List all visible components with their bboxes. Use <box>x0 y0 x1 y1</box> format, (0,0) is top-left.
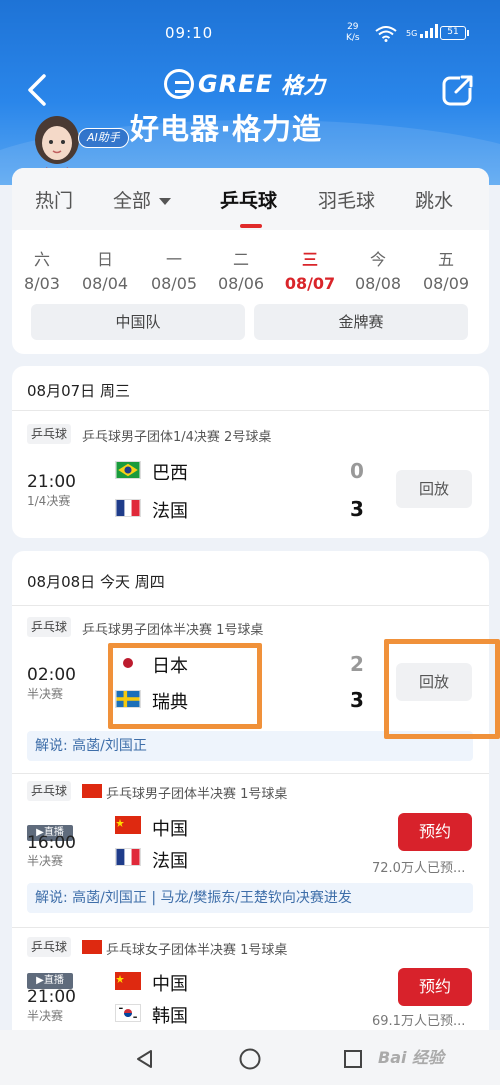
date-item[interactable]: 五 08/09 <box>416 246 476 293</box>
wifi-icon <box>375 26 397 42</box>
date-item[interactable]: 二 08/06 <box>211 246 271 293</box>
reserve-button[interactable]: 预约 <box>398 968 472 1006</box>
date-item[interactable]: 今 08/08 <box>348 246 408 293</box>
filter-china-team[interactable]: 中国队 <box>31 304 245 340</box>
brand-name-cn: 格力 <box>280 73 325 99</box>
team-name: 韩国 <box>152 1006 188 1027</box>
divider <box>12 605 489 606</box>
event-title: 乒乓球男子团体半决赛 1号球桌 <box>82 623 264 638</box>
sweden-flag-icon <box>115 690 141 708</box>
tab-hot[interactable]: 热门 <box>35 186 73 213</box>
active-tab-indicator <box>240 224 262 228</box>
date-item[interactable]: 六 8/03 <box>12 246 72 293</box>
team-name: 瑞典 <box>152 692 188 713</box>
brand-name: GREE <box>198 70 273 98</box>
china-flag-icon <box>82 940 102 954</box>
date-item[interactable]: 日 08/04 <box>75 246 135 293</box>
divider <box>12 410 489 411</box>
sport-tag: 乒乓球 <box>27 937 72 957</box>
france-flag-icon <box>115 499 141 517</box>
team-name: 中国 <box>152 974 188 995</box>
share-icon[interactable] <box>440 72 476 108</box>
match-stage: 半决赛 <box>27 1009 64 1023</box>
japan-flag-icon <box>115 654 141 672</box>
france-flag-icon <box>115 848 141 866</box>
match-day-section: 08月07日 周三 乒乓球 乒乓球男子团体1/4决赛 2号球桌 21:00 1/… <box>12 366 489 538</box>
tab-badminton[interactable]: 羽毛球 <box>318 186 375 213</box>
match-stage: 1/4决赛 <box>27 494 71 508</box>
status-bar: 09:10 29 K/s 5G 51 <box>0 0 500 64</box>
team-name: 日本 <box>152 656 188 677</box>
ai-assistant-badge[interactable]: AI助手 <box>78 128 129 148</box>
team-score: 0 <box>350 459 364 483</box>
date-item[interactable]: 一 08/05 <box>144 246 204 293</box>
sport-tag: 乒乓球 <box>27 781 72 801</box>
commentary-bar[interactable]: 解说: 高菡/刘国正 <box>27 731 473 761</box>
status-time: 09:10 <box>165 24 214 42</box>
slogan: 好电器·格力造 <box>130 112 323 146</box>
team-name: 巴西 <box>152 463 188 484</box>
date-item-selected[interactable]: 三 08/07 <box>280 246 340 293</box>
day-heading: 08月08日 今天 周四 <box>27 573 165 591</box>
event-title: 乒乓球男子团体半决赛 1号球桌 <box>106 787 288 802</box>
match-time: 02:00 <box>27 665 76 685</box>
match-day-section: 08月08日 今天 周四 乒乓球 乒乓球男子团体半决赛 1号球桌 02:00 半… <box>12 551 500 1031</box>
replay-button[interactable]: 回放 <box>396 663 472 701</box>
match-time: 21:00 <box>27 987 76 1007</box>
brazil-flag-icon <box>115 461 141 479</box>
tab-table-tennis[interactable]: 乒乓球 <box>220 186 277 213</box>
match-stage: 半决赛 <box>27 854 64 868</box>
team-score: 3 <box>350 688 364 712</box>
gree-logo-mark <box>164 69 194 99</box>
divider <box>12 927 489 928</box>
sport-tag: 乒乓球 <box>27 617 72 637</box>
team-name: 中国 <box>152 819 188 840</box>
gree-logo: GREE 格力 <box>164 66 325 102</box>
commentary-bar[interactable]: 解说: 高菡/刘国正 | 马龙/樊振东/王楚钦向决赛进发 <box>27 883 473 913</box>
cell-signal-icon: 5G <box>406 24 438 38</box>
team-name: 法国 <box>152 851 188 872</box>
nav-back-icon[interactable] <box>134 1048 156 1070</box>
china-flag-icon <box>115 972 141 990</box>
reservation-count: 69.1万人已预... <box>372 1014 466 1029</box>
korea-flag-icon <box>115 1004 141 1022</box>
divider <box>12 773 489 774</box>
match-time: 16:00 <box>27 833 76 853</box>
match-stage: 半决赛 <box>27 687 64 701</box>
match-time: 21:00 <box>27 472 76 492</box>
event-title: 乒乓球女子团体半决赛 1号球桌 <box>106 943 288 958</box>
nav-recents-icon[interactable] <box>343 1049 363 1069</box>
nav-home-icon[interactable] <box>238 1047 262 1071</box>
tab-diving[interactable]: 跳水 <box>415 186 453 213</box>
back-arrow-icon[interactable] <box>22 70 56 110</box>
battery-icon: 51 <box>440 26 469 40</box>
chevron-down-icon <box>159 198 172 205</box>
day-heading: 08月07日 周三 <box>27 382 130 400</box>
filter-gold-medal[interactable]: 金牌赛 <box>254 304 468 340</box>
filter-card: 热门 全部 乒乓球 羽毛球 跳水 六 8/03 日 08/04 一 08/05 二 08… <box>12 168 489 354</box>
replay-button[interactable]: 回放 <box>396 470 472 508</box>
tab-all[interactable]: 全部 <box>113 186 172 213</box>
watermark: Bai 经验 <box>378 1048 445 1067</box>
china-flag-icon <box>82 784 102 798</box>
team-score: 2 <box>350 652 364 676</box>
china-flag-icon <box>115 816 141 834</box>
network-speed: 29 K/s <box>346 22 360 43</box>
event-title: 乒乓球男子团体1/4决赛 2号球桌 <box>82 430 272 445</box>
team-name: 法国 <box>152 501 188 522</box>
reservation-count: 72.0万人已预... <box>372 861 466 876</box>
sport-tabs: 热门 全部 乒乓球 羽毛球 跳水 <box>12 168 489 230</box>
sport-tag: 乒乓球 <box>27 424 72 444</box>
app-header: 09:10 29 K/s 5G 51 GREE 格力 好电器·格力造 AI助手 <box>0 0 500 185</box>
team-score: 3 <box>350 497 364 521</box>
reserve-button[interactable]: 预约 <box>398 813 472 851</box>
